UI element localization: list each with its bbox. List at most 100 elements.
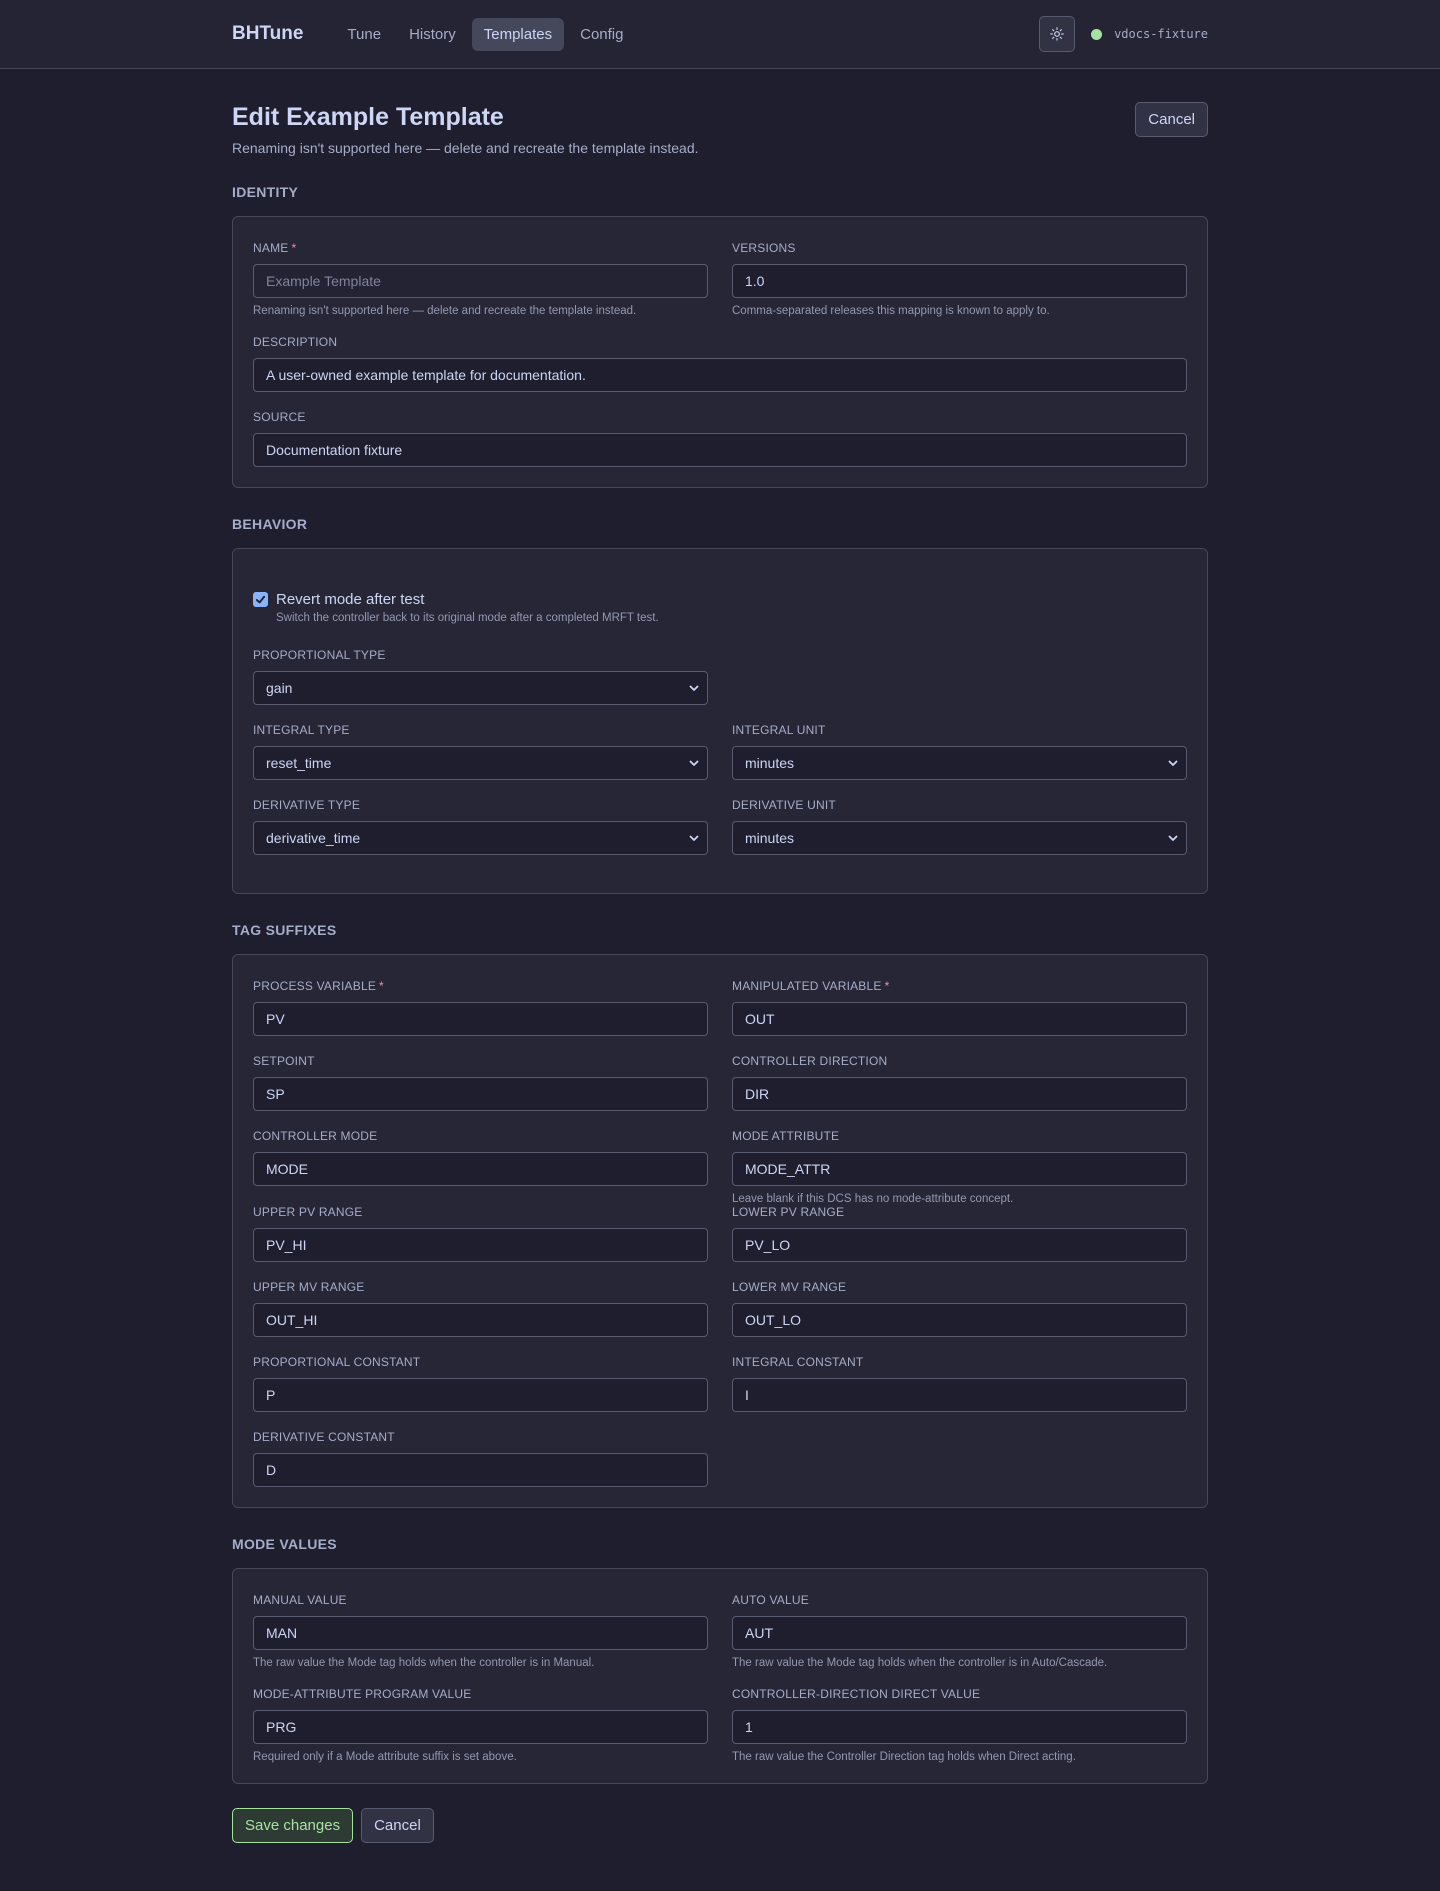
description-field: DESCRIPTION bbox=[253, 335, 1187, 392]
derivative-unit-select[interactable]: minutes bbox=[732, 821, 1187, 855]
name-input[interactable] bbox=[253, 264, 708, 298]
mode-field: CONTROLLER MODE bbox=[253, 1129, 708, 1187]
tags-row-6: PROPORTIONAL CONSTANT INTEGRAL CONSTANT bbox=[253, 1355, 1187, 1430]
mv-hi-field: UPPER MV RANGE bbox=[253, 1280, 708, 1337]
program-value-input[interactable] bbox=[253, 1710, 708, 1744]
top-bar: BHTune Tune History Templates Config vdo… bbox=[0, 0, 1440, 69]
modes-row-2: MODE-ATTRIBUTE PROGRAM VALUE Required on… bbox=[253, 1687, 1187, 1763]
connection-status-dot bbox=[1091, 28, 1103, 40]
integral-unit-select[interactable]: minutes bbox=[732, 746, 1187, 780]
pv-input[interactable] bbox=[253, 1002, 708, 1036]
revert-mode-checkbox[interactable] bbox=[253, 592, 268, 607]
derivative-type-select[interactable]: derivative_time bbox=[253, 821, 708, 855]
mv-lo-input[interactable] bbox=[732, 1303, 1187, 1337]
source-input[interactable] bbox=[253, 433, 1187, 467]
mv-hi-input[interactable] bbox=[253, 1303, 708, 1337]
description-label: DESCRIPTION bbox=[253, 335, 338, 349]
tags-row-7-spacer bbox=[732, 1430, 1187, 1487]
form-actions: Save changes Cancel bbox=[232, 1808, 1208, 1843]
name-label-text: NAME bbox=[253, 241, 289, 255]
integral-type-select-wrap: reset_time bbox=[253, 746, 708, 780]
pv-hi-input[interactable] bbox=[253, 1228, 708, 1262]
required-marker: * bbox=[379, 979, 384, 993]
d-label: DERIVATIVE CONSTANT bbox=[253, 1430, 395, 1444]
tags-row-5: UPPER MV RANGE LOWER MV RANGE bbox=[253, 1280, 1187, 1355]
main-nav: Tune History Templates Config bbox=[335, 17, 635, 51]
modes-row-1: MANUAL VALUE The raw value the Mode tag … bbox=[253, 1593, 1187, 1687]
source-label: SOURCE bbox=[253, 410, 306, 424]
mode-label: CONTROLLER MODE bbox=[253, 1129, 378, 1143]
main-content: Edit Example Template Renaming isn't sup… bbox=[232, 69, 1208, 1843]
mv-input[interactable] bbox=[732, 1002, 1187, 1036]
section-title-behavior: BEHAVIOR bbox=[232, 516, 308, 532]
integral-type-label: INTEGRAL TYPE bbox=[253, 723, 350, 737]
integral-unit-field: INTEGRAL UNIT minutes bbox=[732, 723, 1187, 798]
derivative-unit-label: DERIVATIVE UNIT bbox=[732, 798, 836, 812]
nav-tune[interactable]: Tune bbox=[335, 18, 393, 51]
sp-field: SETPOINT bbox=[253, 1054, 708, 1111]
required-marker: * bbox=[291, 241, 297, 255]
mode-attr-input[interactable] bbox=[732, 1152, 1187, 1186]
header-cancel-button[interactable]: Cancel bbox=[1135, 102, 1208, 137]
direct-value-label: CONTROLLER-DIRECTION DIRECT VALUE bbox=[732, 1687, 981, 1701]
manual-value-input[interactable] bbox=[253, 1616, 708, 1650]
behavior-row-1-spacer bbox=[732, 648, 1187, 723]
sp-input[interactable] bbox=[253, 1077, 708, 1111]
environment-label: vdocs-fixture bbox=[1114, 27, 1208, 41]
mv-hi-label: UPPER MV RANGE bbox=[253, 1280, 365, 1294]
source-field: SOURCE bbox=[253, 410, 1187, 467]
description-input[interactable] bbox=[253, 358, 1187, 392]
tags-row-7: DERIVATIVE CONSTANT bbox=[253, 1430, 1187, 1487]
pv-lo-input[interactable] bbox=[732, 1228, 1187, 1262]
dir-field: CONTROLLER DIRECTION bbox=[732, 1054, 1187, 1129]
p-field: PROPORTIONAL CONSTANT bbox=[253, 1355, 708, 1412]
dir-input[interactable] bbox=[732, 1077, 1187, 1111]
tag-suffixes-panel: PROCESS VARIABLE* MANIPULATED VARIABLE* … bbox=[232, 954, 1208, 1508]
program-value-field: MODE-ATTRIBUTE PROGRAM VALUE Required on… bbox=[253, 1687, 708, 1763]
name-label: NAME * bbox=[253, 241, 708, 255]
behavior-row-1: PROPORTIONAL TYPE gain bbox=[253, 648, 1187, 723]
brand-logo[interactable]: BHTune bbox=[232, 23, 303, 45]
proportional-type-select-wrap: gain bbox=[253, 671, 708, 705]
d-input[interactable] bbox=[253, 1453, 708, 1487]
section-title-tag-suffixes: TAG SUFFIXES bbox=[232, 922, 337, 938]
revert-mode-label[interactable]: Revert mode after test bbox=[276, 591, 659, 608]
dir-label: CONTROLLER DIRECTION bbox=[732, 1054, 888, 1068]
nav-config[interactable]: Config bbox=[568, 18, 635, 51]
name-field: NAME* Renaming isn't supported here — de… bbox=[253, 241, 708, 317]
tags-row-2: SETPOINT CONTROLLER DIRECTION bbox=[253, 1054, 1187, 1129]
p-input[interactable] bbox=[253, 1378, 708, 1412]
versions-input[interactable] bbox=[732, 264, 1187, 298]
footer-cancel-button[interactable]: Cancel bbox=[361, 1808, 434, 1843]
i-input[interactable] bbox=[732, 1378, 1187, 1412]
direct-value-field: CONTROLLER-DIRECTION DIRECT VALUE The ra… bbox=[732, 1687, 1187, 1763]
integral-unit-label: INTEGRAL UNIT bbox=[732, 723, 826, 737]
auto-value-input[interactable] bbox=[732, 1616, 1187, 1650]
page-header: Edit Example Template Renaming isn't sup… bbox=[232, 102, 1208, 156]
identity-panel: NAME* Renaming isn't supported here — de… bbox=[232, 216, 1208, 488]
mode-attr-field: MODE ATTRIBUTE Leave blank if this DCS h… bbox=[732, 1129, 1187, 1205]
mv-field: MANIPULATED VARIABLE * bbox=[732, 979, 1187, 1054]
versions-label: VERSIONS bbox=[732, 241, 796, 255]
save-changes-button[interactable]: Save changes bbox=[232, 1808, 354, 1843]
program-value-help: Required only if a Mode attribute suffix… bbox=[253, 1751, 517, 1763]
proportional-type-label: PROPORTIONAL TYPE bbox=[253, 648, 386, 662]
nav-templates[interactable]: Templates bbox=[471, 17, 565, 51]
direct-value-input[interactable] bbox=[732, 1710, 1187, 1744]
tags-row-4: UPPER PV RANGE LOWER PV RANGE bbox=[253, 1205, 1187, 1280]
revert-mode-row: Revert mode after test Switch the contro… bbox=[253, 591, 1187, 624]
auto-value-label: AUTO VALUE bbox=[732, 1593, 809, 1607]
proportional-type-select[interactable]: gain bbox=[253, 671, 708, 705]
versions-help: Comma-separated releases this mapping is… bbox=[732, 305, 1050, 317]
theme-toggle-button[interactable] bbox=[1039, 16, 1076, 52]
integral-type-select[interactable]: reset_time bbox=[253, 746, 708, 780]
page-subtitle: Renaming isn't supported here — delete a… bbox=[232, 140, 699, 156]
pv-field: PROCESS VARIABLE * bbox=[253, 979, 708, 1036]
manual-value-label: MANUAL VALUE bbox=[253, 1593, 347, 1607]
mode-attr-label: MODE ATTRIBUTE bbox=[732, 1129, 840, 1143]
mode-input[interactable] bbox=[253, 1152, 708, 1186]
page-heading: Edit Example Template Renaming isn't sup… bbox=[232, 103, 699, 156]
sun-icon bbox=[1050, 27, 1064, 41]
nav-history[interactable]: History bbox=[397, 18, 468, 51]
auto-value-field: AUTO VALUE The raw value the Mode tag ho… bbox=[732, 1593, 1187, 1687]
